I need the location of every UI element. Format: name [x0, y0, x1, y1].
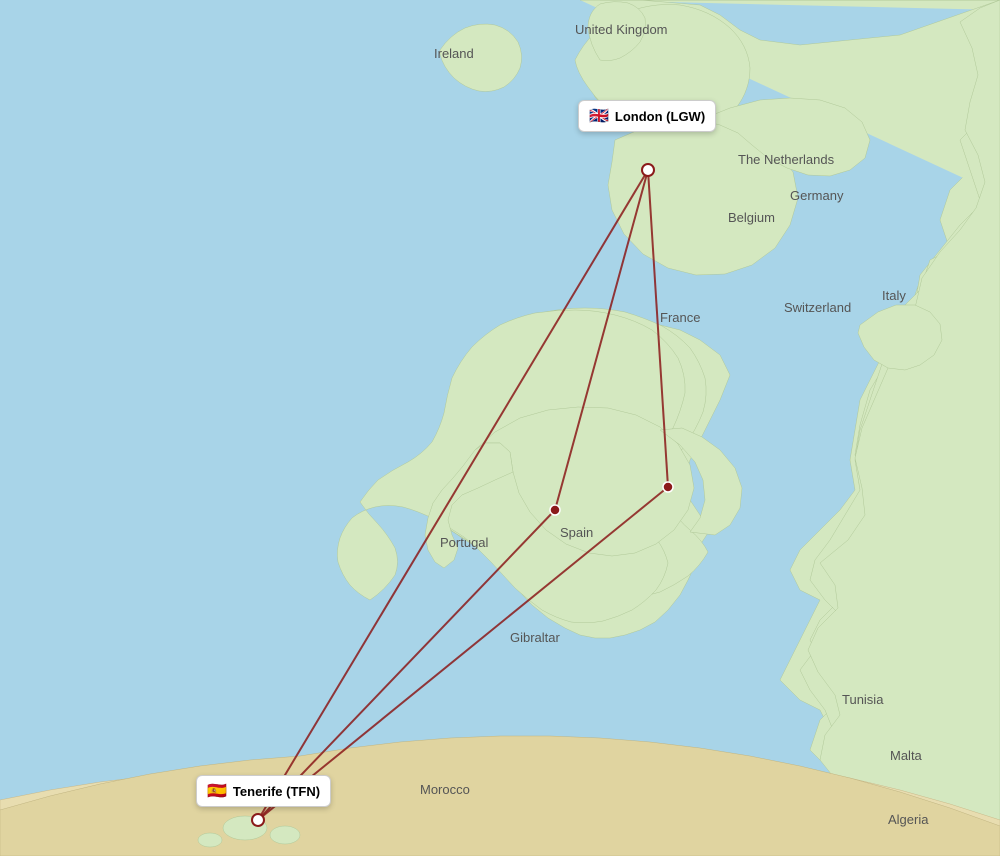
tenerife-airport-text: Tenerife (TFN) — [233, 784, 320, 799]
london-airport-text: London (LGW) — [615, 109, 705, 124]
uk-flag: 🇬🇧 — [589, 106, 609, 126]
london-airport-label: 🇬🇧 London (LGW) — [578, 100, 716, 132]
map-container: Ireland United Kingdom France Spain Port… — [0, 0, 1000, 856]
map-svg — [0, 0, 1000, 856]
tenerife-airport-label: 🇪🇸 Tenerife (TFN) — [196, 775, 331, 807]
spain-flag: 🇪🇸 — [207, 781, 227, 801]
